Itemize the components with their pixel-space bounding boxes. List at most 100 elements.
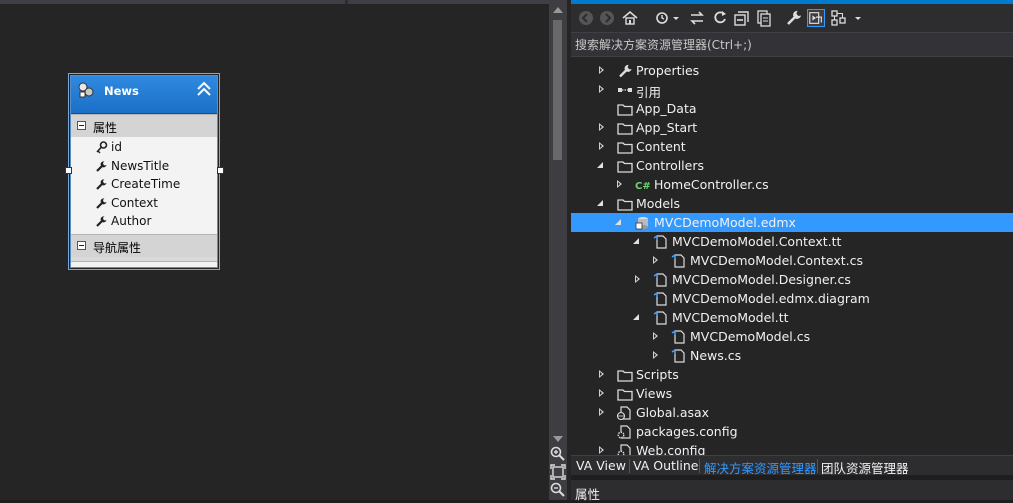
home-icon[interactable] — [621, 9, 639, 27]
scrollbar-thumb[interactable] — [553, 20, 562, 160]
entity-property[interactable]: CreateTime — [71, 176, 217, 195]
collapse-arrow-icon[interactable] — [599, 389, 604, 397]
navigation-properties-label: 导航属性 — [93, 240, 142, 255]
back-icon[interactable] — [577, 9, 595, 27]
collapse-arrow-icon[interactable] — [599, 370, 604, 378]
expand-arrow-icon[interactable] — [615, 219, 621, 225]
tab-va-outline[interactable]: VA Outline — [633, 458, 699, 473]
show-all-files-icon[interactable] — [755, 9, 773, 27]
entity-property[interactable]: Context — [71, 195, 217, 214]
tree-item-label: App_Start — [636, 120, 698, 135]
entity-shape-news[interactable]: News 属性 id NewsTitle CreateTime Context … — [68, 73, 220, 270]
sync-with-active-document-icon[interactable] — [688, 9, 706, 27]
entity-property[interactable]: Author — [71, 213, 217, 232]
refresh-icon[interactable] — [711, 9, 729, 27]
wrench-icon — [619, 64, 632, 78]
class-diagram-icon[interactable] — [830, 9, 848, 27]
tree-item[interactable]: MVCDemoModel.edmx.diagram — [571, 289, 1013, 308]
collapse-arrow-icon[interactable] — [617, 180, 622, 188]
file-icon — [653, 234, 667, 249]
folder-icon — [617, 142, 633, 154]
entity-type-icon — [78, 82, 94, 98]
collapse-toggle-icon[interactable] — [77, 121, 86, 130]
designer-vertical-scrollbar[interactable] — [549, 0, 567, 500]
resize-handle-left[interactable] — [65, 167, 72, 174]
property-name: Context — [111, 195, 159, 210]
folder-icon — [617, 123, 633, 135]
collapse-all-icon[interactable] — [733, 9, 751, 27]
solution-explorer-panel: Properties 引用App_Data App_Start Content Cont… — [567, 0, 1013, 502]
properties-panel-header[interactable]: 属性 — [571, 480, 1013, 502]
expand-arrow-icon[interactable] — [633, 238, 639, 244]
collapse-arrow-icon[interactable] — [653, 351, 658, 359]
tree-item[interactable]: Models — [571, 194, 1013, 213]
tree-item[interactable]: MVCDemoModel.edmx — [571, 213, 1013, 232]
collapse-arrow-icon[interactable] — [599, 446, 604, 454]
entity-property[interactable]: id — [71, 139, 217, 158]
collapse-arrow-icon[interactable] — [599, 85, 604, 93]
toolbar-overflow-chevron-icon[interactable] — [853, 9, 863, 27]
pending-changes-filter-icon[interactable] — [654, 9, 672, 27]
chevron-down-icon[interactable] — [671, 9, 681, 27]
collapse-chevron-icon[interactable] — [196, 81, 212, 97]
collapse-arrow-icon[interactable] — [653, 332, 658, 340]
entity-header[interactable]: News — [71, 76, 217, 114]
entity-designer-canvas[interactable]: News 属性 id NewsTitle CreateTime Context … — [0, 0, 549, 500]
collapse-arrow-icon[interactable] — [653, 256, 658, 264]
wrench-icon — [96, 160, 107, 172]
file-icon — [653, 310, 667, 325]
tree-item[interactable]: Web.config — [571, 441, 1013, 455]
collapse-arrow-icon[interactable] — [599, 408, 604, 416]
tree-item[interactable]: Views — [571, 384, 1013, 403]
tree-item[interactable]: App_Start — [571, 118, 1013, 137]
tab-va-view[interactable]: VA View — [576, 458, 626, 473]
property-name: NewsTitle — [111, 158, 170, 173]
panel-bottom-tabs: VA View VA Outline 解决方案资源管理器 团队资源管理器 — [571, 455, 1013, 476]
scroll-down-arrow-icon[interactable] — [553, 436, 563, 442]
tree-item[interactable]: App_Data — [571, 99, 1013, 118]
forward-icon[interactable] — [598, 9, 616, 27]
expand-arrow-icon[interactable] — [597, 200, 603, 206]
collapse-arrow-icon[interactable] — [635, 275, 640, 283]
tree-item[interactable]: News.cs — [571, 346, 1013, 365]
solution-tree: Properties 引用 App_Data App_Start Content Cont… — [571, 61, 1013, 455]
tree-item[interactable]: C# HomeController.cs — [571, 175, 1013, 194]
preview-selected-items-icon[interactable] — [807, 9, 825, 27]
entity-property[interactable]: NewsTitle — [71, 158, 217, 177]
zoom-to-fit-icon[interactable] — [550, 464, 566, 480]
tree-item-label: News.cs — [690, 348, 742, 363]
zoom-in-icon[interactable] — [550, 446, 566, 462]
solution-explorer-search[interactable] — [571, 32, 1013, 57]
scroll-up-arrow-icon[interactable] — [553, 7, 563, 13]
expand-arrow-icon[interactable] — [597, 162, 603, 168]
tree-item[interactable]: Global.asax — [571, 403, 1013, 422]
properties-wrench-icon[interactable] — [785, 9, 803, 27]
tree-item[interactable]: MVCDemoModel.Designer.cs — [571, 270, 1013, 289]
collapse-arrow-icon[interactable] — [599, 66, 604, 74]
collapse-toggle-icon[interactable] — [77, 240, 86, 250]
tree-item[interactable]: Controllers — [571, 156, 1013, 175]
tree-item[interactable]: 引用 — [571, 80, 1013, 100]
search-input[interactable] — [575, 36, 1005, 54]
tree-item[interactable]: MVCDemoModel.Context.tt — [571, 232, 1013, 251]
tree-item[interactable]: MVCDemoModel.Context.cs — [571, 251, 1013, 270]
tree-item[interactable]: Content — [571, 137, 1013, 156]
tab-separator — [629, 459, 630, 473]
tree-item[interactable]: MVCDemoModel.tt — [571, 308, 1013, 327]
tree-item[interactable]: Properties — [571, 61, 1013, 80]
resize-handle-right[interactable] — [217, 167, 224, 174]
collapse-arrow-icon[interactable] — [599, 123, 604, 131]
expand-arrow-icon[interactable] — [633, 314, 639, 320]
file-icon — [671, 348, 685, 363]
tree-item[interactable]: MVCDemoModel.cs — [571, 327, 1013, 346]
zoom-out-icon[interactable] — [550, 482, 566, 498]
tree-item-label: Content — [636, 139, 686, 154]
navigation-properties-section-header[interactable]: 导航属性 — [71, 233, 217, 257]
folder-icon — [617, 161, 633, 173]
tree-item[interactable]: Scripts — [571, 365, 1013, 384]
properties-section-header[interactable]: 属性 — [71, 114, 217, 137]
tree-item-label: HomeController.cs — [654, 177, 769, 192]
tree-item[interactable]: packages.config — [571, 422, 1013, 441]
collapse-arrow-icon[interactable] — [599, 142, 604, 150]
config-file-icon — [617, 425, 631, 439]
